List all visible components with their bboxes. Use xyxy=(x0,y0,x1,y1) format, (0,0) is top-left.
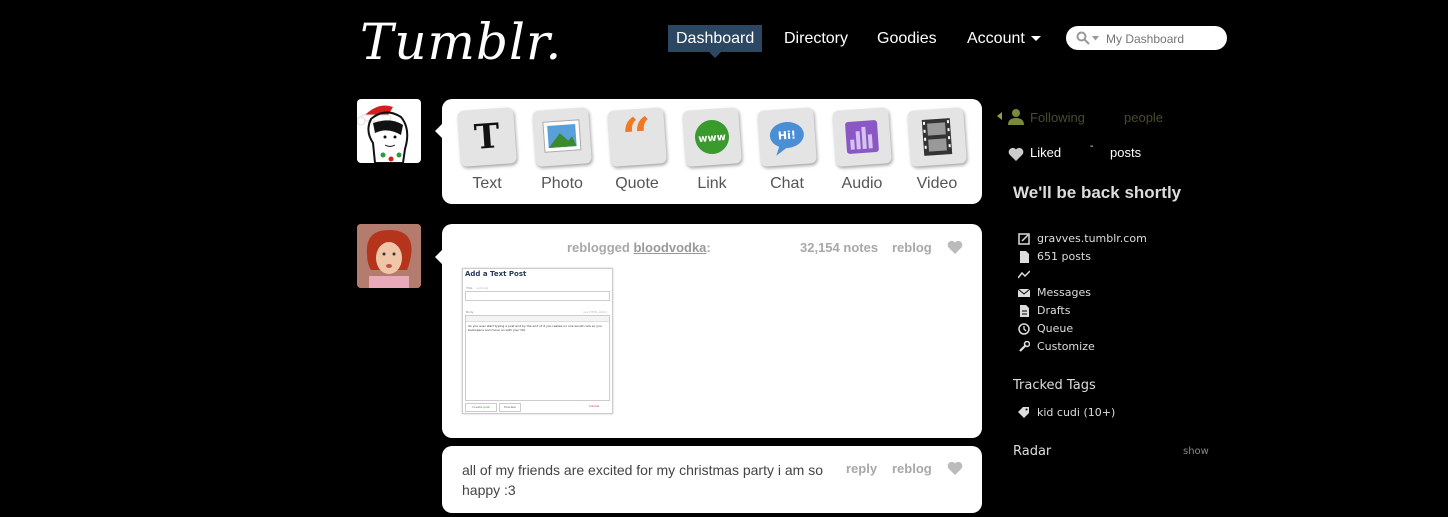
heart-icon[interactable] xyxy=(947,240,963,254)
post-type-label: Chat xyxy=(770,175,804,192)
pointer-nub xyxy=(435,124,442,138)
thumb-preview-button: Preview xyxy=(499,403,521,412)
colon: : xyxy=(706,240,711,255)
photo-icon xyxy=(532,107,592,167)
user-avatar[interactable] xyxy=(357,99,421,163)
user-avatar[interactable] xyxy=(357,224,421,288)
post-image[interactable]: Add a Text Post Title optional Body use … xyxy=(462,268,613,414)
post-type-label: Quote xyxy=(615,175,659,192)
post-body: all of my friends are excited for my chr… xyxy=(462,462,823,498)
search-input[interactable] xyxy=(1104,29,1226,49)
triangle-left-icon xyxy=(997,112,1002,120)
post-type-label: Audio xyxy=(841,175,883,192)
thumb-body-text: do you ever start typing a post and by t… xyxy=(468,324,602,332)
heart-icon[interactable] xyxy=(947,461,963,475)
post-type-audio[interactable]: Audio xyxy=(825,107,899,193)
blog-url-label: gravves.tumblr.com xyxy=(1037,232,1147,245)
post-type-label: Photo xyxy=(541,175,583,192)
thumb-title: Add a Text Post xyxy=(465,270,527,278)
messages-label: Messages xyxy=(1037,286,1091,299)
tracked-tag-link[interactable]: kid cudi (10+) xyxy=(1018,404,1218,422)
posts-count-label: 651 posts xyxy=(1037,250,1091,263)
tracked-tag-label: kid cudi (10+) xyxy=(1037,406,1116,419)
people-label: people xyxy=(1124,110,1164,125)
chat-icon: Hi! xyxy=(757,107,817,167)
liked-count: - xyxy=(1090,141,1094,152)
reply-link[interactable]: reply xyxy=(846,461,877,476)
post-type-label: Text xyxy=(472,175,502,192)
audio-icon xyxy=(832,107,892,167)
video-icon xyxy=(907,107,967,167)
post-type-text[interactable]: T Text xyxy=(450,107,524,193)
liked-label[interactable]: Liked xyxy=(1030,145,1061,160)
radar-title: Radar xyxy=(1013,444,1052,459)
text-icon: T xyxy=(457,107,517,167)
post-text: all of my friends are excited for my chr… xyxy=(442,446,982,513)
search-dropdown-icon[interactable] xyxy=(1092,36,1099,41)
announcement-title: We'll be back shortly xyxy=(1013,183,1182,202)
post-type-chat[interactable]: Hi! Chat xyxy=(750,107,824,193)
tag-icon xyxy=(1018,407,1029,418)
queue-link[interactable]: Queue xyxy=(1018,320,1218,338)
thumb-body-field: Body xyxy=(466,310,474,314)
tumblr-logo[interactable]: Tumblr. xyxy=(360,12,562,72)
thumb-title-input xyxy=(465,291,610,301)
post-type-quote[interactable]: “ Quote xyxy=(600,106,674,193)
drafts-link[interactable]: Drafts xyxy=(1018,302,1218,320)
clock-icon xyxy=(1018,323,1030,335)
activity-icon xyxy=(1018,270,1030,279)
post-header: reblogged bloodvodka: xyxy=(567,240,711,255)
search-box[interactable] xyxy=(1066,26,1227,50)
thumb-create-button: Create post xyxy=(465,403,497,412)
reblogged-label: reblogged xyxy=(567,240,630,255)
queue-label: Queue xyxy=(1037,322,1074,335)
nav-account-label: Account xyxy=(967,30,1025,47)
blog-url-link[interactable]: gravves.tumblr.com xyxy=(1018,230,1218,248)
new-post-box: T Text Photo “ Quote www Link Hi! Chat A… xyxy=(442,99,982,204)
user-icon xyxy=(1008,109,1024,125)
document-icon xyxy=(1020,251,1029,263)
envelope-icon xyxy=(1018,288,1030,297)
post-type-video[interactable]: Video xyxy=(900,107,974,193)
svg-text:www: www xyxy=(698,132,726,145)
thumb-body-input: do you ever start typing a post and by t… xyxy=(465,315,610,401)
following-label[interactable]: Following xyxy=(1030,110,1085,125)
heart-icon xyxy=(1008,147,1024,161)
post-type-label: Video xyxy=(916,175,958,192)
thumb-title-field: Title xyxy=(466,286,473,290)
wrench-icon xyxy=(1019,341,1030,352)
messages-link[interactable]: Messages xyxy=(1018,284,1218,302)
customize-label: Customize xyxy=(1037,340,1095,353)
activity-link[interactable] xyxy=(1018,266,1218,284)
reblog-link[interactable]: reblog xyxy=(892,461,932,476)
customize-link[interactable]: Customize xyxy=(1018,338,1218,356)
posts-count-link[interactable]: 651 posts xyxy=(1018,248,1218,266)
chevron-down-icon xyxy=(1030,36,1041,42)
notes-count[interactable]: 32,154 notes xyxy=(800,240,878,255)
quote-icon: “ xyxy=(607,106,667,169)
post-type-label: Link xyxy=(697,175,727,192)
drafts-label: Drafts xyxy=(1037,304,1071,317)
nav-account[interactable]: Account xyxy=(959,25,1049,52)
search-icon xyxy=(1076,31,1090,45)
tracked-tags-title: Tracked Tags xyxy=(1013,378,1096,393)
nav-goodies[interactable]: Goodies xyxy=(869,25,945,52)
reblog-link[interactable]: reblog xyxy=(892,240,932,255)
post-type-photo[interactable]: Photo xyxy=(525,107,599,193)
svg-text:Hi!: Hi! xyxy=(777,128,796,142)
post-type-link[interactable]: www Link xyxy=(675,107,749,193)
nav-dashboard[interactable]: Dashboard xyxy=(668,25,763,58)
post-reblog: reblogged bloodvodka: 32,154 notes reblo… xyxy=(442,224,982,438)
radar-show-link[interactable]: show xyxy=(1183,446,1209,457)
pointer-nub xyxy=(435,250,442,264)
drafts-icon xyxy=(1020,305,1029,317)
thumb-cancel-button: Cancel xyxy=(589,404,600,408)
thumb-body-hint: use HTML editor xyxy=(583,310,608,314)
posts-label: posts xyxy=(1110,145,1142,160)
thumb-title-hint: optional xyxy=(476,286,489,290)
external-link-icon xyxy=(1018,233,1030,245)
source-user-link[interactable]: bloodvodka xyxy=(633,240,706,255)
link-icon: www xyxy=(682,107,742,167)
nav-directory[interactable]: Directory xyxy=(776,25,856,52)
